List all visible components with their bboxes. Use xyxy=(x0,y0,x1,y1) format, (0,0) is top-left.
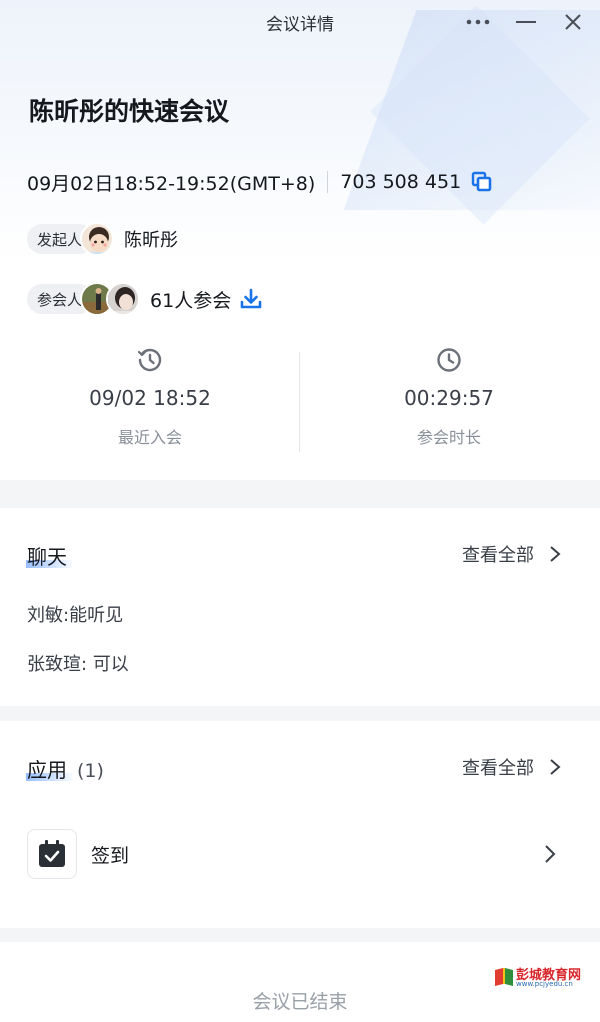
close-button[interactable] xyxy=(559,8,587,36)
chevron-right-icon xyxy=(545,845,556,863)
duration-stat: 00:29:57 参会时长 xyxy=(299,340,599,448)
divider xyxy=(327,171,329,193)
host-name: 陈昕彤 xyxy=(124,230,179,251)
attendance-stats: 09/02 18:52 最近入会 00:29:57 参会时长 xyxy=(0,340,600,470)
chevron-right-icon xyxy=(550,546,561,562)
last-join-value: 09/02 18:52 xyxy=(89,386,211,410)
chat-title: 聊天 xyxy=(26,541,72,570)
chat-message: 刘敏:能听见 xyxy=(27,605,124,626)
host-row: 发起人 陈昕彤 xyxy=(27,222,178,256)
more-button[interactable] xyxy=(464,8,492,36)
title-bar: 会议详情 xyxy=(0,0,600,44)
meeting-ended-status: 会议已结束 xyxy=(252,991,348,1013)
participants-count: 61人参会 xyxy=(150,289,232,312)
checkin-calendar-icon xyxy=(39,840,65,867)
last-join-label: 最近入会 xyxy=(117,428,182,447)
chat-message: 张致瑄: 可以 xyxy=(27,654,129,675)
watermark-logo: 彭城教育网 www.pcjyedu.cn xyxy=(494,964,598,990)
duration-value: 00:29:57 xyxy=(404,386,494,410)
minimize-icon xyxy=(516,21,536,23)
minimize-button[interactable] xyxy=(512,8,540,36)
apps-count: (1) xyxy=(77,760,104,782)
meeting-details-window: 会议详情 陈昕彤的快速会议 09月02日18:52-19:52(GMT+8) 7… xyxy=(0,0,600,1022)
apps-title-text: 应用 xyxy=(27,758,67,782)
host-avatar[interactable] xyxy=(80,222,115,256)
meeting-title: 陈昕彤的快速会议 xyxy=(29,97,230,126)
apps-title: 应用 (1) xyxy=(26,754,104,783)
apps-section: 应用 (1) 查看全部 签到 xyxy=(0,721,600,928)
more-icon xyxy=(466,19,490,25)
participant-avatar[interactable] xyxy=(106,282,141,316)
meeting-time: 09月02日18:52-19:52(GMT+8) xyxy=(27,172,316,195)
watermark-url: www.pcjyedu.cn xyxy=(516,980,573,988)
clock-icon xyxy=(437,348,461,372)
participants-row: 参会人 61人参会 xyxy=(27,282,263,316)
chat-section: 聊天 查看全部 刘敏:能听见 张致瑄: 可以 xyxy=(0,508,600,706)
meeting-id: 703 508 451 xyxy=(340,171,462,193)
book-icon xyxy=(495,968,513,986)
chat-view-all-label: 查看全部 xyxy=(462,545,534,566)
meeting-time-row: 09月02日18:52-19:52(GMT+8) 703 508 451 xyxy=(27,168,493,196)
chevron-right-icon xyxy=(550,759,561,775)
app-item-label: 签到 xyxy=(91,844,130,867)
chat-view-all-button[interactable]: 查看全部 xyxy=(462,541,562,567)
header-area: 会议详情 陈昕彤的快速会议 09月02日18:52-19:52(GMT+8) 7… xyxy=(0,0,600,480)
checkin-app-icon-box xyxy=(27,829,77,879)
apps-view-all-button[interactable]: 查看全部 xyxy=(462,754,562,780)
history-icon xyxy=(137,348,162,372)
duration-label: 参会时长 xyxy=(416,428,481,447)
last-join-stat: 09/02 18:52 最近入会 xyxy=(0,340,300,448)
download-icon[interactable] xyxy=(239,287,263,311)
copy-icon[interactable] xyxy=(471,171,493,193)
app-item-checkin[interactable]: 签到 xyxy=(27,828,567,880)
apps-view-all-label: 查看全部 xyxy=(462,758,534,779)
close-icon xyxy=(565,14,581,30)
chat-title-text: 聊天 xyxy=(27,545,67,569)
window-title: 会议详情 xyxy=(266,15,334,35)
